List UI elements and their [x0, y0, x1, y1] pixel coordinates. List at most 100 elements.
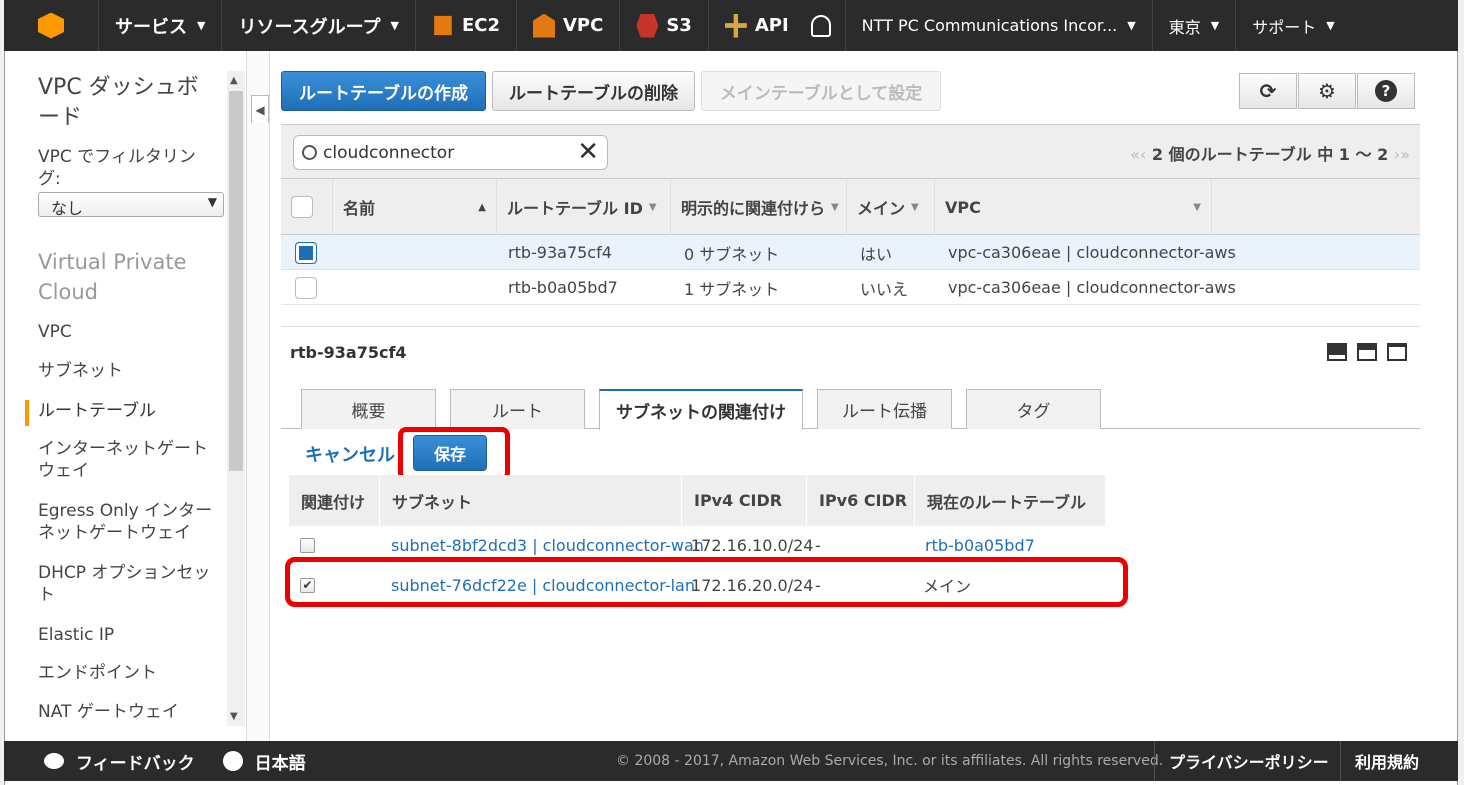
aws-cube-icon [38, 12, 64, 39]
sidebar: VPC ダッシュボード VPC でフィルタリング: なし ▼ Virtual Pr… [5, 51, 245, 741]
last-page-icon[interactable]: » [1400, 145, 1410, 164]
row-checkbox[interactable] [295, 241, 317, 264]
sort-icon: ▼ [1193, 201, 1201, 213]
chevron-down-icon: ▼ [1326, 19, 1335, 32]
table-row[interactable]: rtb-b0a05bd7 1 サブネット いいえ vpc-ca306eae | … [281, 270, 1420, 305]
delete-route-table-button[interactable]: ルートテーブルの削除 [492, 71, 695, 111]
first-page-icon[interactable]: « [1130, 145, 1140, 164]
divider [281, 326, 1420, 327]
column-route-table-id[interactable]: ルートテーブル ID ▼ [497, 179, 671, 235]
search-icon [302, 145, 317, 160]
scroll-up-icon[interactable]: ▲ [230, 75, 238, 86]
chevron-down-icon: ▼ [1210, 19, 1220, 32]
sidebar-item-endpoints[interactable]: エンドポイント [38, 662, 223, 684]
privacy-policy-link[interactable]: プライバシーポリシー [1154, 741, 1343, 781]
sort-icon: ▼ [648, 201, 657, 213]
vpc-filter-label: VPC でフィルタリング: [38, 147, 196, 189]
set-main-table-button[interactable]: メインテーブルとして設定 [701, 71, 941, 111]
shortcut-ec2[interactable]: EC2 [416, 0, 517, 51]
globe-icon [222, 751, 243, 771]
tab-routes[interactable]: ルート [450, 389, 585, 429]
sort-icon: ▼ [831, 201, 839, 213]
sidebar-item-vpc[interactable]: VPC [38, 321, 223, 343]
refresh-icon: ⟳ [1259, 79, 1277, 103]
copyright: © 2008 - 2017, Amazon Web Services, Inc.… [616, 753, 1164, 769]
search-input[interactable]: cloudconnector ✕ [293, 135, 608, 170]
column-vpc[interactable]: VPC ▼ [935, 179, 1212, 235]
sidebar-collapse-bar[interactable]: ◀ [246, 51, 270, 741]
region-menu[interactable]: 東京 ▼ [1153, 0, 1237, 51]
tab-summary[interactable]: 概要 [301, 389, 436, 429]
sidebar-item-elastic-ip[interactable]: Elastic IP [38, 624, 223, 646]
language-button[interactable]: 日本語 [209, 741, 320, 781]
notifications[interactable] [797, 0, 846, 51]
settings-button[interactable]: ⚙ [1298, 73, 1356, 109]
help-button[interactable]: ? [1357, 73, 1415, 109]
tab-tags[interactable]: タグ [966, 389, 1101, 429]
column-subnet: サブネット [380, 475, 682, 526]
table-row[interactable]: rtb-93a75cf4 0 サブネット はい vpc-ca306eae | c… [281, 235, 1420, 270]
route-table-list: cloudconnector ✕ «‹ 2 個のルートテーブル 中 1 ～ 2 … [281, 124, 1420, 305]
row-checkbox[interactable] [295, 276, 317, 299]
prev-page-icon[interactable]: ‹ [1140, 145, 1146, 164]
shortcut-s3[interactable]: S3 [620, 0, 709, 51]
sidebar-scroll-thumb[interactable] [229, 91, 243, 471]
sidebar-title[interactable]: VPC ダッシュボード [38, 73, 218, 133]
column-ipv6-cidr: IPv6 CIDR [807, 475, 915, 526]
clear-search-icon[interactable]: ✕ [577, 137, 599, 167]
column-associate: 関連付け [289, 475, 380, 526]
active-indicator [25, 400, 29, 426]
column-name[interactable]: 名前 ▲ [333, 179, 497, 235]
ec2-icon [434, 15, 452, 36]
sidebar-item-internet-gateways[interactable]: インターネットゲートウェイ [38, 438, 223, 482]
select-all-checkbox[interactable] [291, 196, 313, 218]
chevron-down-icon: ▼ [390, 19, 399, 32]
gear-icon: ⚙ [1318, 79, 1336, 103]
pane-size-controls [1327, 343, 1407, 361]
sidebar-item-subnets[interactable]: サブネット [38, 360, 223, 382]
detail-title: rtb-93a75cf4 [290, 343, 407, 362]
scroll-down-icon[interactable]: ▼ [230, 711, 238, 722]
pagination: «‹ 2 個のルートテーブル 中 1 ～ 2 ›» [1130, 145, 1410, 164]
sort-asc-icon: ▲ [478, 201, 486, 213]
detail-tabs: 概要 ルート サブネットの関連付け ルート伝播 タグ [281, 389, 1420, 430]
chevron-down-icon: ▼ [1127, 19, 1136, 32]
sidebar-item-dhcp-options[interactable]: DHCP オプションセット [38, 562, 223, 606]
chat-bubble-icon [44, 753, 64, 769]
sidebar-item-egress-only-igw[interactable]: Egress Only インターネットゲートウェイ [38, 500, 223, 544]
shortcut-vpc[interactable]: VPC [517, 0, 621, 51]
pane-max-icon[interactable] [1387, 343, 1407, 361]
column-current-route-table: 現在のルートテーブル [915, 475, 1106, 526]
tab-route-propagation[interactable]: ルート伝播 [817, 389, 952, 429]
column-ipv4-cidr: IPv4 CIDR [682, 475, 807, 526]
associate-checkbox[interactable] [300, 537, 315, 553]
column-explicit-assoc[interactable]: 明示的に関連付けら ▼ [671, 179, 847, 235]
shortcut-api[interactable]: API [709, 0, 797, 51]
sort-icon: ▼ [911, 201, 919, 213]
chevron-left-icon[interactable]: ◀ [251, 95, 269, 123]
cancel-link[interactable]: キャンセル [305, 441, 395, 467]
aws-logo[interactable] [4, 0, 99, 51]
services-menu[interactable]: サービス ▼ [99, 0, 223, 51]
terms-link[interactable]: 利用規約 [1340, 741, 1433, 781]
bell-icon [810, 14, 831, 37]
column-main[interactable]: メイン ▼ [847, 179, 935, 235]
top-nav: サービス ▼ リソースグループ ▼ EC2 VPC S3 API NTT PC Co… [4, 0, 1458, 51]
pane-split-icon[interactable] [1357, 343, 1377, 361]
table-header: 名前 ▲ ルートテーブル ID ▼ 明示的に関連付けら ▼ メイン ▼ VPC ▼ [281, 179, 1420, 235]
feedback-button[interactable]: フィードバック [4, 741, 209, 781]
resource-groups-menu[interactable]: リソースグループ ▼ [222, 0, 416, 51]
highlight-save [398, 427, 510, 481]
account-menu[interactable]: NTT PC Communications Incor... ▼ [846, 0, 1153, 51]
highlight-lan-row [285, 557, 1128, 607]
refresh-button[interactable]: ⟳ [1239, 73, 1297, 109]
sidebar-item-route-tables[interactable]: ルートテーブル [38, 400, 223, 422]
support-menu[interactable]: サポート ▼ [1236, 0, 1350, 51]
pane-min-icon[interactable] [1327, 343, 1347, 361]
help-icon: ? [1375, 80, 1397, 102]
vpc-filter-select[interactable]: なし ▼ [38, 192, 224, 218]
sidebar-item-nat-gateways[interactable]: NAT ゲートウェイ [38, 701, 223, 723]
create-route-table-button[interactable]: ルートテーブルの作成 [281, 71, 486, 111]
api-gateway-icon [724, 13, 747, 38]
tab-subnet-associations[interactable]: サブネットの関連付け [599, 389, 803, 430]
